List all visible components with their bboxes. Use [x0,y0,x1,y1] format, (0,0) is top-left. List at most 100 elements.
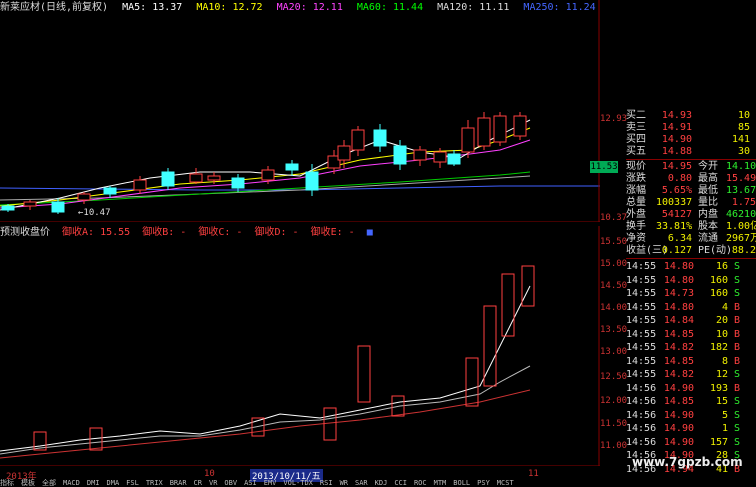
candle-body [103,187,117,195]
tick-volume: 15 [715,396,728,407]
candle-body [1,205,15,211]
stat-value: 5.65% [661,185,692,196]
indicator-tab[interactable]: EMV [264,479,277,487]
candle-body [337,145,351,161]
indicator-tab[interactable]: WR [340,479,348,487]
tick-price: 14.84 [663,315,694,326]
tick-row: 14:55 14.82 182 B [626,341,756,355]
stat-value: 0.127 [661,245,692,256]
tick-row: 14:56 14.90 157 S [626,436,756,450]
price-kline-chart[interactable] [0,0,600,222]
tick-side: B [733,301,741,313]
candle-body [513,115,527,137]
tick-row: 14:56 14.85 15 S [626,395,756,409]
tick-price: 14.80 [663,261,694,272]
tick-side: S [733,396,741,407]
tick-time: 14:56 [626,396,657,407]
indicator-tab[interactable]: PSY [477,479,490,487]
stat-label: 内盘 [698,209,718,220]
indicator-tab[interactable]: 模板 [21,479,35,487]
tick-price: 14.90 [663,423,694,434]
tick-price: 14.85 [663,328,694,340]
stat-value: 6.34 [667,233,692,244]
forecast-line-b [0,365,531,455]
sub-axis-tick: 12.50 [600,372,628,382]
tick-time: 14:56 [626,423,657,434]
indicator-tab[interactable]: MACD [63,479,80,487]
quote-stat-row: 换手 33.81% 股本 1.00亿 [626,221,756,233]
candle-body [207,175,221,181]
price-axis-tick: 12.93 [600,114,628,124]
tick-side: S [733,261,741,272]
candle-body [413,149,427,161]
indicator-tab[interactable]: BOLL [453,479,470,487]
tick-row: 14:56 14.90 193 B [626,382,756,396]
candle-body [493,115,507,143]
tick-price: 14.90 [663,409,694,421]
tick-time: 14:55 [626,342,657,353]
candle-body [189,173,203,183]
indicator-tab[interactable]: MTM [434,479,447,487]
tick-price: 14.82 [663,342,694,353]
price-axis-tick: 10.37 [600,213,628,223]
indicator-tab[interactable]: 全部 [42,479,56,487]
indicator-tab[interactable]: VR [209,479,217,487]
indicator-tab[interactable]: ASI [244,479,257,487]
tick-side: B [733,342,741,353]
order-book-row: 买四 14.90 141 [626,134,750,145]
indicator-tab[interactable]: MCST [497,479,514,487]
tick-row: 14:55 14.82 12 S [626,368,756,382]
indicator-tab[interactable]: KDJ [375,479,388,487]
indicator-tab[interactable]: TRIX [146,479,163,487]
candle-body [231,177,245,189]
indicator-tab[interactable]: ROC [414,479,427,487]
indicator-tab[interactable]: VOL-TDX [283,479,313,487]
indicator-tab[interactable]: CCI [394,479,407,487]
tick-side: S [733,288,741,299]
tick-time: 14:56 [626,409,657,421]
tick-side: B [733,328,741,340]
forecast-close-chart[interactable] [0,226,600,466]
forecast-bar [465,357,479,407]
tick-time: 14:55 [626,301,657,313]
indicator-tab[interactable]: BRAR [170,479,187,487]
tick-volume: 193 [709,382,728,394]
indicator-tab[interactable]: 指标 [0,479,14,487]
stat-label: 股本 [698,221,718,232]
tick-price: 14.80 [663,274,694,286]
tick-volume: 10 [715,328,728,340]
forecast-line-a [0,285,531,452]
date-label-mid: 10 [204,469,215,479]
tick-volume: 12 [715,369,728,380]
stat-value: 1.00亿 [726,221,756,232]
order-book-row: 买五 14.88 30 [626,146,750,157]
quote-stat-row: 涨幅 5.65% 最低 13.67 [626,185,756,197]
indicator-tab[interactable]: CR [194,479,202,487]
sub-axis-tick: 13.00 [600,347,628,357]
indicator-tab[interactable]: DMI [87,479,100,487]
tick-price: 14.90 [663,436,694,448]
candle-body [261,169,275,181]
tick-price: 14.73 [663,288,694,299]
candle-body [77,193,91,201]
stat-label: 总量 [626,197,646,208]
stat-value: 14.10 [726,161,756,172]
quote-stat-row: 涨跌 0.80 最高 15.49 [626,173,756,185]
tick-side: S [733,409,741,421]
tick-list[interactable]: 14:55 14.80 16 S 14:55 14.80 160 S 14:55 14.73 160… [626,260,756,476]
sub-axis-tick: 14.00 [600,303,628,313]
indicator-tab[interactable]: DMA [107,479,120,487]
indicator-tab[interactable]: FSL [126,479,139,487]
tick-side: S [733,423,741,434]
tick-row: 14:56 14.90 1 S [626,422,756,436]
candle-body [23,201,37,207]
indicator-tab[interactable]: RSI [320,479,333,487]
quote-stat-row: 现价 14.95 今开 14.10 [626,161,756,173]
current-price-tag: 11.53 [590,161,618,173]
quote-panel: 买二 14.93 10 卖三 14.91 85 买四 14.90 141 买五 … [626,110,756,476]
indicator-tab[interactable]: SAR [355,479,368,487]
indicator-tab[interactable]: OBV [224,479,237,487]
sub-axis-tick: 15.50 [600,237,628,247]
quote-stat-row: 总量 100337 量比 1.75 [626,197,756,209]
stat-label: 今开 [698,161,718,172]
